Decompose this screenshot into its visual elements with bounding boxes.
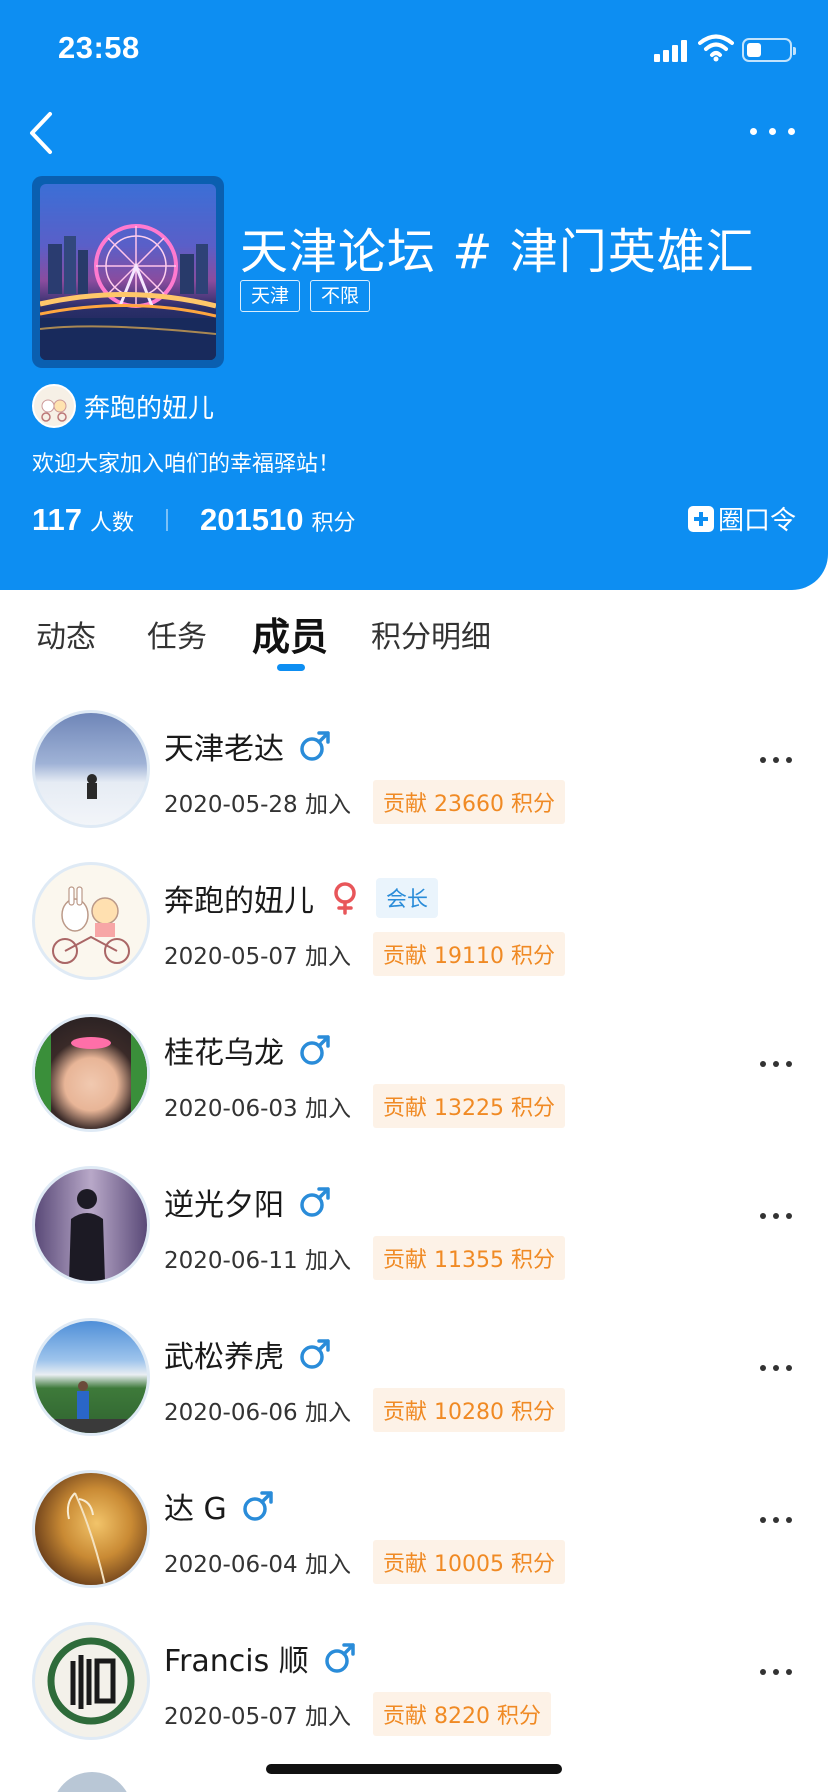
member-avatar[interactable] [32, 1470, 150, 1588]
member-more-icon[interactable] [758, 750, 794, 770]
male-icon [300, 731, 330, 761]
circle-command-button[interactable]: 圈口令 [687, 500, 796, 537]
group-stats: 117 人数 201510 积分 [32, 502, 356, 538]
member-name: 天津老达 [164, 732, 284, 767]
member-name: 武松养虎 [164, 1340, 284, 1375]
members-count: 117 [32, 502, 83, 537]
male-icon [300, 1035, 330, 1065]
member-points-badge: 贡献 11355 积分 [372, 1236, 565, 1280]
group-cover-image[interactable] [32, 176, 224, 368]
member-avatar[interactable] [32, 862, 150, 980]
member-points-badge: 贡献 13225 积分 [372, 1084, 565, 1128]
member-row[interactable]: 天津老达 2020-05-28 加入 贡献 23660 积分 [0, 700, 828, 852]
member-role-badge: 会长 [376, 878, 438, 918]
active-tab-indicator [277, 664, 305, 671]
member-more-icon[interactable] [758, 1206, 794, 1226]
tab-tasks[interactable]: 任务 [147, 612, 207, 656]
member-row[interactable]: 逆光夕阳 2020-06-11 加入 贡献 11355 积分 [0, 1156, 828, 1308]
tab-members[interactable]: 成员 [252, 606, 328, 661]
member-avatar[interactable] [32, 710, 150, 828]
tag-location: 天津 [240, 280, 301, 312]
male-icon [300, 1187, 330, 1217]
member-name: Francis 顺 [164, 1644, 309, 1679]
status-time: 23:58 [58, 30, 140, 65]
member-points-badge: 贡献 23660 积分 [372, 780, 565, 824]
member-more-icon[interactable] [758, 1054, 794, 1074]
circle-command-label: 圈口令 [717, 506, 796, 536]
member-join-date: 2020-06-06 加入 [164, 1400, 351, 1426]
member-more-icon[interactable] [758, 1662, 794, 1682]
member-points-badge: 贡献 10005 积分 [372, 1540, 565, 1584]
member-avatar[interactable] [32, 1622, 150, 1740]
cellular-signal-icon [654, 38, 688, 62]
member-join-date: 2020-06-04 加入 [164, 1552, 351, 1578]
member-points-badge: 贡献 8220 积分 [372, 1692, 551, 1736]
points-count: 201510 [200, 502, 304, 537]
member-more-icon[interactable] [758, 1510, 794, 1530]
member-more-icon[interactable] [758, 1358, 794, 1378]
member-avatar[interactable] [32, 1166, 150, 1284]
group-header: 23:58 天津论坛 # 津门英雄汇 天津 不限 奔跑的妞儿 欢迎大家加入咱们的… [0, 0, 828, 590]
male-icon [325, 1643, 355, 1673]
tab-activity[interactable]: 动态 [36, 612, 96, 656]
group-tags: 天津 不限 [240, 280, 371, 312]
member-name: 奔跑的妞儿 [164, 884, 314, 919]
back-icon[interactable] [26, 110, 56, 156]
more-options-icon[interactable] [748, 116, 798, 146]
member-points-badge: 贡献 10280 积分 [372, 1388, 565, 1432]
wifi-icon [698, 34, 734, 62]
member-name: 桂花乌龙 [164, 1036, 284, 1071]
member-avatar-partial [52, 1772, 132, 1792]
members-unit: 人数 [90, 511, 135, 536]
member-join-date: 2020-05-07 加入 [164, 944, 351, 970]
points-unit: 积分 [311, 511, 356, 536]
member-name: 逆光夕阳 [164, 1188, 284, 1223]
member-row[interactable]: 武松养虎 2020-06-06 加入 贡献 10280 积分 [0, 1308, 828, 1460]
member-row[interactable]: Francis 顺 2020-05-07 加入 贡献 8220 积分 [0, 1612, 828, 1764]
tag-restriction: 不限 [310, 280, 371, 312]
member-row[interactable]: 桂花乌龙 2020-06-03 加入 贡献 13225 积分 [0, 1004, 828, 1156]
member-row[interactable]: 奔跑的妞儿 会长 2020-05-07 加入 贡献 19110 积分 [0, 852, 828, 1004]
home-indicator[interactable] [266, 1764, 562, 1774]
group-welcome-text: 欢迎大家加入咱们的幸福驿站！ [32, 452, 341, 477]
tab-points-detail[interactable]: 积分明细 [371, 612, 491, 656]
member-name: 达 G [164, 1492, 227, 1527]
owner-avatar[interactable] [32, 384, 76, 428]
member-join-date: 2020-05-28 加入 [164, 792, 351, 818]
add-square-icon [687, 505, 714, 532]
owner-name[interactable]: 奔跑的妞儿 [84, 388, 214, 425]
group-title: 天津论坛 # 津门英雄汇 [240, 224, 755, 280]
ferris-wheel-photo [40, 224, 216, 360]
member-join-date: 2020-05-07 加入 [164, 1704, 351, 1730]
female-icon [334, 882, 356, 915]
member-avatar[interactable] [32, 1318, 150, 1436]
tab-bar: 动态 任务 成员 积分明细 [0, 600, 828, 680]
member-avatar[interactable] [32, 1014, 150, 1132]
battery-icon [742, 38, 796, 62]
member-points-badge: 贡献 19110 积分 [372, 932, 565, 976]
male-icon [300, 1339, 330, 1369]
stats-divider [166, 509, 169, 531]
member-row[interactable]: 达 G 2020-06-04 加入 贡献 10005 积分 [0, 1460, 828, 1612]
status-bar: 23:58 [0, 0, 828, 100]
member-join-date: 2020-06-11 加入 [164, 1248, 351, 1274]
member-join-date: 2020-06-03 加入 [164, 1096, 351, 1122]
group-owner[interactable]: 奔跑的妞儿 [32, 384, 214, 428]
male-icon [243, 1491, 273, 1521]
